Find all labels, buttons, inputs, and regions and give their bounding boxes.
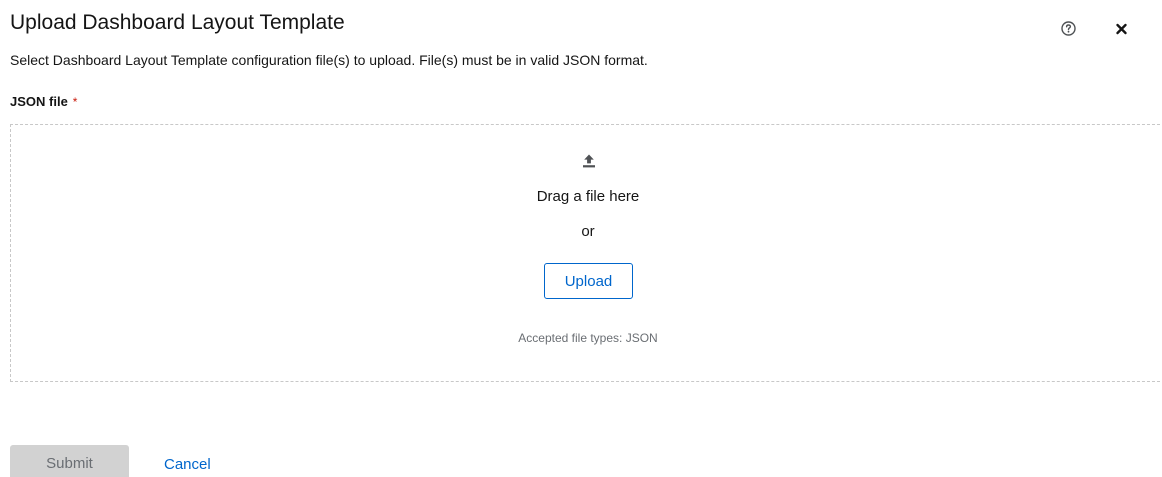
drag-file-text: Drag a file here xyxy=(536,188,640,205)
close-icon[interactable] xyxy=(1113,20,1130,37)
accepted-file-types: Accepted file types: JSON xyxy=(518,331,658,345)
help-icon[interactable] xyxy=(1060,20,1077,37)
or-text: or xyxy=(581,223,595,240)
upload-button[interactable]: Upload xyxy=(544,263,633,299)
json-file-label-text: JSON file xyxy=(10,94,68,109)
modal-title: Upload Dashboard Layout Template xyxy=(10,11,345,34)
submit-button[interactable]: Submit xyxy=(10,445,129,477)
json-file-label: JSON file * xyxy=(10,93,77,111)
upload-template-modal: Upload Dashboard Layout Template Select … xyxy=(0,0,1162,477)
modal-description: Select Dashboard Layout Template configu… xyxy=(10,52,648,68)
required-marker: * xyxy=(72,95,78,109)
upload-icon xyxy=(580,152,598,170)
cancel-button[interactable]: Cancel xyxy=(164,455,211,475)
